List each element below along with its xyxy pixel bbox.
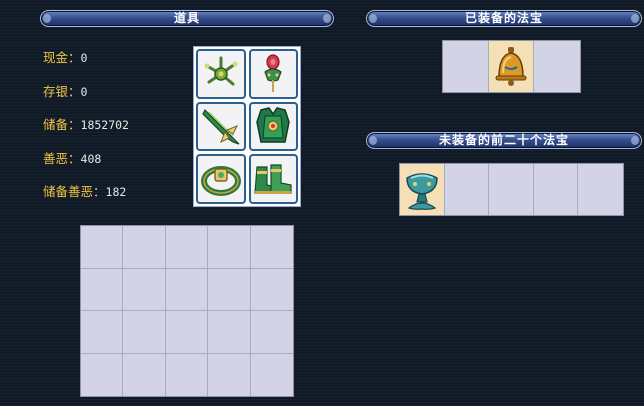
stat-reserve-karma: 储备善恶：182 bbox=[43, 184, 129, 218]
unequipped-treasure-slot[interactable] bbox=[578, 164, 623, 215]
bag-slot[interactable] bbox=[165, 311, 209, 354]
equipped-title-text: 已装备的法宝 bbox=[464, 11, 543, 25]
stat-label: 存银： bbox=[43, 83, 81, 99]
bag-slot[interactable] bbox=[250, 226, 293, 269]
equipped-treasure-slot[interactable] bbox=[443, 41, 489, 92]
equip-slot-hairpin[interactable] bbox=[248, 49, 298, 99]
stat-value: 1852702 bbox=[80, 118, 129, 132]
equipped-treasure-slots bbox=[442, 40, 581, 93]
bag-slot[interactable] bbox=[123, 226, 166, 269]
equipped-treasure-slot[interactable] bbox=[534, 41, 580, 92]
stat-karma: 善恶：408 bbox=[43, 151, 129, 185]
bag-slot[interactable] bbox=[251, 354, 293, 397]
stat-value: 408 bbox=[80, 151, 102, 166]
equip-slot-weapon[interactable] bbox=[196, 101, 246, 152]
bag-slot[interactable] bbox=[208, 353, 251, 396]
hair-ornament-icon bbox=[204, 56, 238, 86]
bag-slot[interactable] bbox=[208, 268, 251, 311]
bag-slot[interactable] bbox=[166, 353, 209, 396]
equip-slot-belt[interactable] bbox=[196, 154, 246, 204]
bowl-treasure-icon bbox=[406, 172, 438, 210]
stat-value: 0 bbox=[80, 51, 88, 65]
equip-slot-armor[interactable] bbox=[248, 101, 298, 152]
bag-slot[interactable] bbox=[208, 226, 251, 269]
stat-label: 善恶： bbox=[43, 150, 81, 166]
bell-icon bbox=[495, 46, 527, 86]
stat-label: 现金： bbox=[43, 50, 81, 65]
equipped-treasure-slot[interactable] bbox=[488, 41, 535, 92]
stat-reserve: 储备：1852702 bbox=[43, 117, 129, 151]
unequipped-panel-title: 未装备的前二十个法宝 bbox=[366, 132, 642, 149]
jade-weapon-icon bbox=[202, 109, 240, 146]
unequipped-treasure-slot[interactable] bbox=[400, 164, 445, 215]
equipped-panel-title: 已装备的法宝 bbox=[366, 10, 642, 27]
bag-slot[interactable] bbox=[165, 226, 209, 269]
bag-inventory-grid bbox=[80, 225, 294, 397]
stat-savings: 存银：0 bbox=[43, 84, 129, 118]
bag-slot[interactable] bbox=[123, 268, 166, 311]
items-panel-title: 道具 bbox=[40, 10, 334, 27]
bag-slot[interactable] bbox=[81, 226, 124, 269]
boots-icon bbox=[254, 164, 292, 195]
equip-slot-boots[interactable] bbox=[248, 154, 298, 204]
unequipped-treasure-slot[interactable] bbox=[489, 164, 534, 215]
items-title-text: 道具 bbox=[173, 11, 200, 25]
jade-belt-icon bbox=[200, 166, 241, 197]
unequipped-treasure-slots bbox=[399, 163, 624, 216]
equipment-grid bbox=[193, 46, 301, 207]
bag-slot[interactable] bbox=[250, 269, 293, 311]
stat-value: 0 bbox=[80, 84, 88, 99]
bag-slot[interactable] bbox=[81, 268, 124, 311]
bag-slot[interactable] bbox=[81, 311, 124, 354]
character-stats: 现金：0 存银：0 储备：1852702 善恶：408 储备善恶：182 bbox=[43, 50, 129, 218]
unequipped-treasure-slot[interactable] bbox=[445, 164, 490, 215]
stat-cash: 现金：0 bbox=[43, 50, 129, 84]
bag-slot[interactable] bbox=[165, 268, 209, 311]
stat-value: 182 bbox=[105, 185, 127, 199]
bag-slot[interactable] bbox=[208, 311, 251, 354]
armor-vest-icon bbox=[256, 107, 291, 144]
unequipped-treasure-slot[interactable] bbox=[534, 164, 579, 215]
bag-slot[interactable] bbox=[250, 311, 293, 354]
stat-label: 储备善恶： bbox=[43, 184, 106, 199]
bag-slot[interactable] bbox=[123, 311, 166, 354]
equip-slot-head[interactable] bbox=[196, 49, 246, 99]
bag-slot[interactable] bbox=[123, 353, 166, 396]
bag-slot[interactable] bbox=[81, 353, 124, 396]
hairpin-icon bbox=[264, 54, 282, 92]
unequipped-title-text: 未装备的前二十个法宝 bbox=[438, 133, 569, 147]
game-inventory-screen: 道具 已装备的法宝 未装备的前二十个法宝 现金：0 存银：0 储备：185270… bbox=[0, 0, 644, 406]
stat-label: 储备： bbox=[43, 117, 81, 132]
